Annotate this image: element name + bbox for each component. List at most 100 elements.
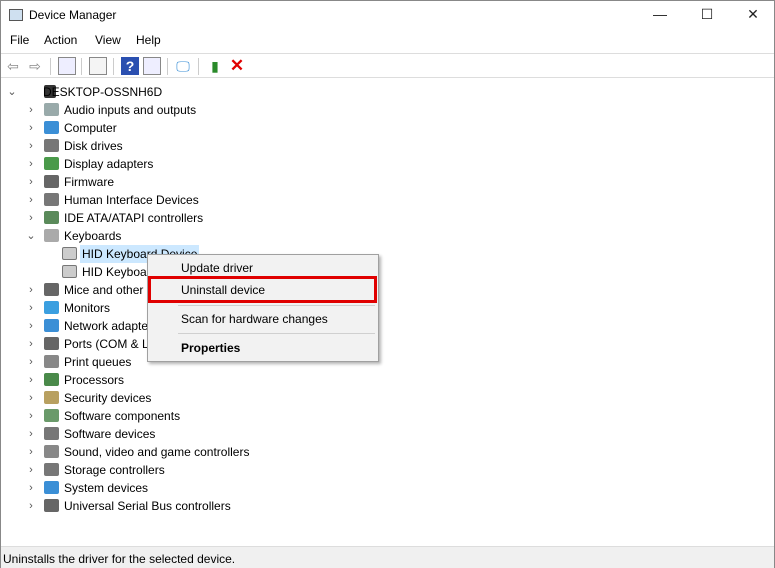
monitor-icon [44, 301, 59, 314]
menu-divider [178, 305, 375, 306]
uninstall-icon[interactable]: ✕ [228, 57, 246, 75]
help-icon[interactable]: ? [121, 57, 139, 75]
computer-icon [44, 121, 59, 134]
chevron-right-icon[interactable]: › [26, 281, 36, 299]
toolbar: ⇦ ⇨ ? 🖵 ▮ ✕ [1, 53, 774, 78]
software-device-icon [44, 427, 59, 440]
chevron-right-icon[interactable]: › [26, 497, 36, 515]
tree-item[interactable]: › Security devices [1, 389, 301, 407]
show-hide-console-tree-icon[interactable] [58, 57, 76, 75]
tree-item[interactable]: › Firmware [1, 173, 301, 191]
display-adapter-icon [44, 157, 59, 170]
tree-item-label: Monitors [64, 301, 111, 315]
chevron-right-icon[interactable]: › [26, 101, 36, 119]
tree-item-label: Audio inputs and outputs [64, 103, 197, 117]
printer-icon [44, 355, 59, 368]
sound-icon [44, 445, 59, 458]
chevron-right-icon[interactable]: › [26, 191, 36, 209]
menu-action[interactable]: Action [44, 33, 77, 47]
properties-icon[interactable] [89, 57, 107, 75]
tree-item[interactable]: › Display adapters [1, 155, 301, 173]
security-icon [44, 391, 59, 404]
tree-item-label: Software devices [64, 427, 156, 441]
scan-hardware-icon[interactable]: 🖵 [174, 57, 192, 75]
tree-item[interactable]: › Human Interface Devices [1, 191, 301, 209]
tree-item[interactable]: › IDE ATA/ATAPI controllers [1, 209, 301, 227]
tree-item[interactable]: › Disk drives [1, 137, 301, 155]
tree-item[interactable]: › System devices [1, 479, 301, 497]
minimize-button[interactable]: — [637, 1, 683, 30]
chevron-right-icon[interactable]: › [26, 209, 36, 227]
system-icon [44, 481, 59, 494]
software-component-icon [44, 409, 59, 422]
chevron-down-icon[interactable]: ⌄ [7, 83, 17, 101]
close-button[interactable]: ✕ [730, 1, 775, 30]
tree-item-label: Software components [64, 409, 181, 423]
chevron-right-icon[interactable]: › [26, 353, 36, 371]
tree-item-label: Sound, video and game controllers [64, 445, 250, 459]
ide-icon [44, 211, 59, 224]
chevron-right-icon[interactable]: › [26, 155, 36, 173]
menu-bar: File Action View Help [1, 30, 774, 51]
chevron-right-icon[interactable]: › [26, 479, 36, 497]
tree-item[interactable]: › Software devices [1, 425, 301, 443]
chevron-right-icon[interactable]: › [26, 443, 36, 461]
chevron-right-icon[interactable]: › [26, 371, 36, 389]
network-icon [44, 319, 59, 332]
storage-icon [44, 463, 59, 476]
chevron-right-icon[interactable]: › [26, 137, 36, 155]
tree-root[interactable]: ⌄ DESKTOP-OSSNH6D [1, 83, 201, 101]
tree-item-label: IDE ATA/ATAPI controllers [64, 211, 204, 225]
tree-item[interactable]: › Storage controllers [1, 461, 301, 479]
toolbar-divider [81, 58, 82, 75]
tree-item-label: Processors [64, 373, 125, 387]
tree-item[interactable]: › Sound, video and game controllers [1, 443, 301, 461]
menu-item-update-driver[interactable]: Update driver [181, 261, 253, 275]
menu-item-properties[interactable]: Properties [181, 341, 240, 355]
toolbar-divider [113, 58, 114, 75]
update-driver-icon[interactable]: ▮ [206, 57, 224, 75]
tree-item[interactable]: › Software components [1, 407, 301, 425]
tree-item-label: Computer [64, 121, 117, 135]
tree-item[interactable]: › Processors [1, 371, 301, 389]
disk-icon [44, 139, 59, 152]
menu-help[interactable]: Help [136, 33, 161, 47]
chevron-right-icon[interactable]: › [26, 425, 36, 443]
tree-item[interactable]: ⌄ Keyboards [1, 227, 301, 245]
chevron-right-icon[interactable]: › [26, 173, 36, 191]
keyboard-icon [62, 265, 77, 278]
mouse-icon [44, 283, 59, 296]
back-icon[interactable]: ⇦ [4, 57, 22, 75]
tree-item-label: Security devices [64, 391, 152, 405]
chevron-right-icon[interactable]: › [26, 119, 36, 137]
chevron-down-icon[interactable]: ⌄ [26, 227, 36, 245]
chevron-right-icon[interactable]: › [26, 299, 36, 317]
toolbar-divider [198, 58, 199, 75]
action-pane-icon[interactable] [143, 57, 161, 75]
chevron-right-icon[interactable]: › [26, 317, 36, 335]
menu-file[interactable]: File [10, 33, 29, 47]
tree-item[interactable]: › Computer [1, 119, 301, 137]
tree-item-label: Disk drives [64, 139, 123, 153]
chevron-right-icon[interactable]: › [26, 389, 36, 407]
menu-view[interactable]: View [95, 33, 121, 47]
root-label: DESKTOP-OSSNH6D [43, 85, 163, 99]
tree-item-label: Print queues [64, 355, 132, 369]
tree-item-label: Storage controllers [64, 463, 165, 477]
tree-item[interactable]: › Audio inputs and outputs [1, 101, 301, 119]
chevron-right-icon[interactable]: › [26, 461, 36, 479]
device-manager-icon [9, 9, 23, 21]
menu-item-scan-hardware[interactable]: Scan for hardware changes [181, 312, 328, 326]
usb-icon [44, 499, 59, 512]
port-icon [44, 337, 59, 350]
keyboard-icon [44, 229, 59, 242]
maximize-button[interactable]: ☐ [684, 1, 730, 30]
hid-icon [44, 193, 59, 206]
menu-item-uninstall-device[interactable]: Uninstall device [181, 283, 265, 297]
chevron-right-icon[interactable]: › [26, 335, 36, 353]
chevron-right-icon[interactable]: › [26, 407, 36, 425]
status-text: Uninstalls the driver for the selected d… [3, 552, 236, 566]
speaker-icon [44, 103, 59, 116]
forward-icon[interactable]: ⇨ [26, 57, 44, 75]
tree-item[interactable]: › Universal Serial Bus controllers [1, 497, 301, 515]
